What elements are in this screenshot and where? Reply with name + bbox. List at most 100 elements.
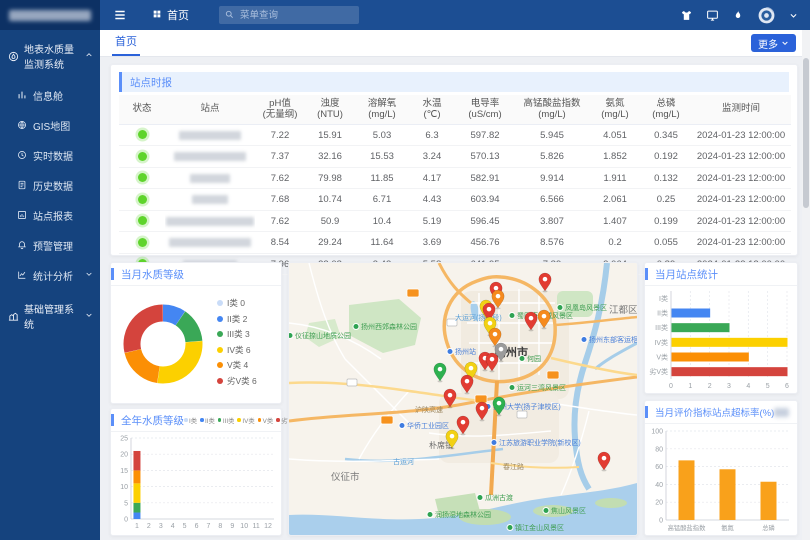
sidebar-item-alarm-management[interactable]: 预警管理 [0,230,100,260]
legend-item[interactable]: I类 0 [217,297,257,309]
search-input[interactable] [238,9,342,22]
sidebar-item-realtime-data[interactable]: 实时数据 [0,140,100,170]
station-name-redacted [192,195,228,204]
scrollbar-thumb[interactable] [803,58,809,208]
svg-text:12: 12 [264,523,272,530]
chevron-down-icon[interactable] [789,11,798,20]
monthly-grade-donut-chart[interactable] [111,286,215,398]
annual-grade-stacked-chart[interactable]: 0510152025123456789101112 [111,432,279,532]
svg-text:10: 10 [240,523,248,530]
user-avatar[interactable] [757,6,776,25]
table-cell: 8.576 [515,232,589,254]
globe-icon [17,120,27,130]
menu-search[interactable] [219,6,359,24]
more-button[interactable]: 更多 [751,34,796,52]
v-bar-氨氮 [720,469,736,520]
sidebar-item-station-report[interactable]: 站点报表 [0,200,100,230]
table-cell: 6.566 [515,189,589,211]
trend-chart-icon [17,270,27,280]
svg-text:1: 1 [135,523,139,530]
gis-map[interactable]: 扬州市江都区仪征市扬州西郊森林公园仪征捺山地质公园大运河(扬州段)扬州站何园运河… [289,263,637,535]
map-label: 润扬湿地森林公园 [435,510,491,519]
table-row[interactable]: 7.3732.1615.533.24570.135.8261.8520.1922… [119,146,791,168]
sidebar-item-history-data[interactable]: 历史数据 [0,170,100,200]
station-statistics-bar-chart[interactable]: 0123456I类II类III类IV类V类劣V类 [645,286,795,392]
map-label: 春江路 [503,462,524,471]
map-panel: 扬州市江都区仪征市扬州西郊森林公园仪征捺山地质公园大运河(扬州段)扬州站何园运河… [288,262,638,536]
table-row[interactable]: 8.5429.2411.643.69456.768.5760.20.055202… [119,232,791,254]
exceedance-rate-bar-chart[interactable]: 020406080100高锰酸盐指数氨氮总磷 [645,424,795,534]
legend-item[interactable]: II类 2 [217,313,257,325]
table-cell: 570.13 [455,146,515,168]
map-label: 焦山风景区 [551,506,586,515]
table-cell: 1.911 [589,167,641,189]
sidebar-item-statistics[interactable]: 统计分析 [0,260,100,290]
logo-redacted [9,10,91,21]
legend-item[interactable]: I类 [184,416,197,425]
dashboard-bars-icon [17,90,27,100]
table-cell: 0.345 [641,124,691,146]
table-row[interactable]: 7.6279.9811.854.17582.919.9141.9110.1322… [119,167,791,189]
svg-text:2: 2 [147,523,151,530]
table-row[interactable]: 7.6250.910.45.19596.453.8071.4070.199202… [119,210,791,232]
sidebar-item-label: 统计分析 [33,268,73,283]
svg-text:7: 7 [207,523,211,530]
table-cell: 597.82 [455,124,515,146]
tab-home-active[interactable]: 首页 [112,30,140,56]
legend-item[interactable]: II类 [200,416,215,425]
sidebar-item-info-cabin[interactable]: 信息舱 [0,80,100,110]
svg-text:40: 40 [655,482,663,489]
donut-legend: I类 0 II类 2 III类 3 IV类 6 V类 4 劣V类 6 [217,297,257,387]
station-name-redacted [174,152,246,161]
table-cell: 79.98 [305,167,355,189]
svg-text:4: 4 [171,523,175,530]
page-scrollbar[interactable] [802,30,810,540]
station-name-redacted [179,131,241,140]
legend-item[interactable]: V类 [258,416,274,425]
table-cell: 5.03 [355,124,409,146]
flame-icon[interactable] [732,9,744,22]
legend-item[interactable]: 劣V类 6 [217,375,257,387]
hamburger-menu-icon[interactable] [100,8,140,22]
table-cell: 2024-01-23 12:00:00 [691,210,791,232]
legend-item[interactable]: V类 4 [217,359,257,371]
sidebar-group-surface-water-system[interactable]: 地表水质量监测系统 [0,30,100,80]
map-label: 仪征捺山地质公园 [295,331,351,340]
sidebar: 地表水质量监测系统 信息舱 GIS地图 实时数据 历史数据 站点报表 预警管理 [0,0,100,540]
sidebar-nav: 地表水质量监测系统 信息舱 GIS地图 实时数据 历史数据 站点报表 预警管理 [0,30,100,340]
table-row[interactable]: 7.6810.746.714.43603.946.5662.0610.25202… [119,189,791,211]
legend-item[interactable]: III类 [218,416,235,425]
breadcrumb-home[interactable]: 首页 [152,7,189,23]
screen-layout-icon[interactable] [706,9,719,22]
legend-item[interactable]: IV类 [237,416,254,425]
table-cell: 7.37 [255,146,305,168]
panel-title: 全年水质等级 [121,413,184,428]
table-cell: 15.91 [305,124,355,146]
svg-text:20: 20 [120,452,128,459]
column-header: 总磷(mg/L) [641,95,691,124]
sidebar-item-gis-map[interactable]: GIS地图 [0,110,100,140]
park-poi-icon [507,525,513,531]
h-bar-V类 [672,353,749,362]
annual-legend: I类II类III类IV类V类劣V类 [184,416,302,425]
svg-text:5: 5 [766,383,770,390]
app-logo [0,0,100,30]
legend-item[interactable]: III类 3 [217,328,257,340]
table-cell: 6.3 [409,124,455,146]
panel-station-report: 站点时报 状态站点pH值(无量纲)浊度(NTU)溶解氧(mg/L)水温(℃)电导… [110,64,798,256]
donut-segment-III类 [180,318,193,341]
map-label: 江苏旅游职业学院(新校区) [499,438,581,447]
map-label: 镇江金山风景区 [515,523,564,532]
legend-item[interactable]: IV类 6 [217,344,257,356]
theme-shirt-icon[interactable] [680,9,693,22]
header-link-redacted[interactable] [774,408,789,417]
table-header-row: 状态站点pH值(无量纲)浊度(NTU)溶解氧(mg/L)水温(℃)电导率(uS/… [119,95,791,124]
station-name-redacted [166,217,254,226]
svg-text:15: 15 [120,468,128,475]
svg-text:IV类: IV类 [654,338,668,347]
svg-text:I类: I类 [659,294,668,303]
sidebar-group-base-management[interactable]: 基础管理系统 [0,290,100,340]
table-row[interactable]: 7.2215.915.036.3597.825.9454.0510.345202… [119,124,791,146]
park-poi-icon [509,385,515,391]
place-poi-icon [447,349,453,355]
